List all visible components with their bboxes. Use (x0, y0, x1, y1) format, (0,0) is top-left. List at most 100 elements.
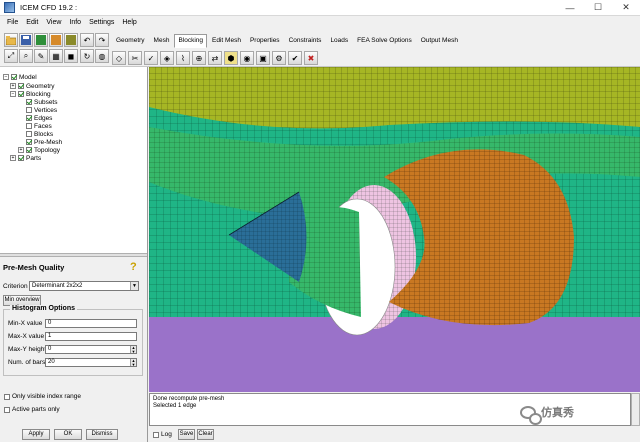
only-visible-option[interactable]: Only visible index range (4, 393, 81, 400)
graphics-viewport[interactable] (149, 67, 640, 392)
criterion-select[interactable]: Determinant 2x2x2 ▼ (29, 281, 139, 291)
edit-edge-icon[interactable]: ⬢ (224, 51, 238, 65)
checkbox-edges[interactable] (26, 115, 32, 121)
min-x-input[interactable]: 0 (45, 319, 137, 328)
mesh-file-icon[interactable] (49, 33, 63, 47)
checkbox-faces[interactable] (26, 123, 32, 129)
save-log-button[interactable]: Save (178, 429, 195, 440)
move-vertex-icon[interactable]: ⊕ (192, 51, 206, 65)
checkbox-pre-mesh[interactable] (26, 139, 32, 145)
checkbox-model[interactable] (11, 74, 17, 80)
log-checkbox[interactable] (153, 431, 159, 438)
apply-button[interactable]: Apply (22, 429, 50, 440)
blocking-file-icon[interactable] (64, 33, 78, 47)
tree-item-blocking[interactable]: − Blocking (10, 90, 51, 98)
clear-log-button[interactable]: Clear (197, 429, 214, 440)
active-parts-checkbox[interactable] (4, 406, 10, 413)
tab-constraints[interactable]: Constraints (285, 34, 326, 48)
spinner-icon[interactable]: ▲ ▼ (130, 346, 136, 353)
tab-output-mesh[interactable]: Output Mesh (417, 34, 462, 48)
undo-icon[interactable]: ↶ (80, 33, 94, 47)
tab-properties[interactable]: Properties (246, 34, 284, 48)
split-block-icon[interactable]: ✂ (128, 51, 142, 65)
create-block-icon[interactable]: ◇ (112, 51, 126, 65)
spinner-icon[interactable]: ▲ ▼ (130, 359, 136, 366)
collapse-icon[interactable]: − (10, 91, 16, 97)
chevron-down-icon[interactable]: ▼ (130, 282, 138, 290)
min-x-label: Min-X value (8, 320, 43, 327)
checkbox-blocks[interactable] (26, 131, 32, 137)
tree-item-faces[interactable]: Faces (26, 122, 52, 130)
tree-item-edges[interactable]: Edges (26, 114, 52, 122)
block-checks-icon[interactable]: ✔ (288, 51, 302, 65)
minimize-button[interactable]: — (556, 0, 584, 16)
max-x-input[interactable]: 1 (45, 332, 137, 341)
display-options-icon[interactable]: ◍ (95, 49, 109, 63)
checkbox-subsets[interactable] (26, 99, 32, 105)
open-icon[interactable] (4, 33, 18, 47)
tree-item-topology[interactable]: + Topology (18, 146, 60, 154)
wechat-icon (520, 405, 542, 425)
zoom-icon[interactable]: ⌕ (19, 49, 33, 63)
wireframe-icon[interactable]: ▦ (49, 49, 63, 63)
help-icon[interactable]: ? (130, 261, 140, 273)
num-bars-input[interactable]: 20 ▲ ▼ (45, 358, 137, 367)
mesh-render (149, 67, 640, 392)
dismiss-button[interactable]: Dismiss (86, 429, 118, 440)
menu-info[interactable]: Info (65, 16, 85, 29)
expand-icon[interactable]: + (10, 155, 16, 161)
redo-icon[interactable]: ↷ (95, 33, 109, 47)
ok-button[interactable]: OK (54, 429, 82, 440)
save-icon[interactable] (19, 33, 33, 47)
measure-icon[interactable]: ✎ (34, 49, 48, 63)
solid-icon[interactable]: ◼ (64, 49, 78, 63)
only-visible-checkbox[interactable] (4, 393, 10, 400)
message-scrollbar[interactable] (631, 393, 640, 426)
pre-mesh-quality-icon[interactable]: ▣ (256, 51, 270, 65)
geometry-file-icon[interactable] (34, 33, 48, 47)
associate-icon[interactable]: ⌇ (176, 51, 190, 65)
tab-edit-mesh[interactable]: Edit Mesh (208, 34, 245, 48)
tree-item-pre-mesh[interactable]: Pre-Mesh (26, 138, 62, 146)
pre-mesh-params-icon[interactable]: ◉ (240, 51, 254, 65)
tree-item-geometry[interactable]: + Geometry (10, 82, 55, 90)
fit-window-icon[interactable]: ⤢ (4, 49, 18, 63)
tab-mesh[interactable]: Mesh (150, 34, 174, 48)
maximize-button[interactable]: ☐ (584, 0, 612, 16)
edit-block-icon[interactable]: ◈ (160, 51, 174, 65)
log-option[interactable]: Log (153, 431, 172, 438)
close-button[interactable]: ✕ (612, 0, 640, 16)
expand-icon[interactable]: + (18, 147, 24, 153)
checkbox-parts[interactable] (18, 155, 24, 161)
checkbox-geometry[interactable] (18, 83, 24, 89)
tree-item-subsets[interactable]: Subsets (26, 98, 58, 106)
tab-loads[interactable]: Loads (326, 34, 352, 48)
transform-blocks-icon[interactable]: ⇄ (208, 51, 222, 65)
tree-item-model[interactable]: − Model (3, 73, 37, 81)
toolbar: ↶ ↷ ⤢ ⌕ ✎ ▦ ◼ ↻ ◍ Geometry Mesh Blocking… (0, 29, 640, 67)
active-parts-option[interactable]: Active parts only (4, 406, 60, 413)
tab-blocking[interactable]: Blocking (174, 34, 208, 48)
merge-vertices-icon[interactable]: ✓ (144, 51, 158, 65)
collapse-icon[interactable]: − (3, 74, 9, 80)
tab-fea-solve-options[interactable]: FEA Solve Options (353, 34, 416, 48)
menu-edit[interactable]: Edit (22, 16, 42, 29)
max-y-label: Max-Y height (8, 346, 47, 353)
max-y-input[interactable]: 0 ▲ ▼ (45, 345, 137, 354)
menu-help[interactable]: Help (118, 16, 140, 29)
checkbox-topology[interactable] (26, 147, 32, 153)
menu-view[interactable]: View (42, 16, 65, 29)
menu-settings[interactable]: Settings (85, 16, 118, 29)
tree-item-parts[interactable]: + Parts (10, 154, 41, 162)
checkbox-vertices[interactable] (26, 107, 32, 113)
expand-icon[interactable]: + (10, 83, 16, 89)
checkbox-blocking[interactable] (18, 91, 24, 97)
rotate-icon[interactable]: ↻ (80, 49, 94, 63)
pre-mesh-smooth-icon[interactable]: ⚙ (272, 51, 286, 65)
tree-item-blocks[interactable]: Blocks (26, 130, 53, 138)
delete-block-icon[interactable]: ✖ (304, 51, 318, 65)
pre-mesh-quality-panel: Pre-Mesh Quality ? Criterion Determinant… (0, 257, 147, 442)
menu-file[interactable]: File (3, 16, 22, 29)
tree-item-vertices[interactable]: Vertices (26, 106, 57, 114)
tab-geometry[interactable]: Geometry (112, 34, 149, 48)
